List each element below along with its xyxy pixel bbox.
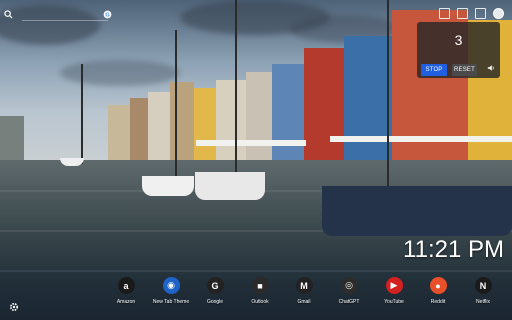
- shortcut-youtube[interactable]: ▶ YouTube: [372, 277, 416, 305]
- reset-button[interactable]: RESET: [452, 64, 477, 76]
- shortcut-label: Netflix: [476, 299, 490, 305]
- shortcut-outlook[interactable]: ■ Outlook: [238, 277, 282, 305]
- building: [216, 80, 246, 160]
- boat-mast: [235, 0, 237, 172]
- clock: 11:21 PM: [403, 236, 504, 263]
- building: [148, 92, 170, 160]
- camera-icon[interactable]: [439, 8, 450, 19]
- building: [194, 88, 216, 160]
- fullscreen-icon[interactable]: [457, 8, 468, 19]
- boat-mast: [175, 30, 177, 180]
- svg-text:G: G: [105, 12, 110, 18]
- timer-widget: 3 STOP RESET: [417, 22, 500, 78]
- shortcut-amazon[interactable]: a Amazon: [104, 277, 148, 305]
- boat-mast: [387, 0, 389, 200]
- dark-icon[interactable]: [493, 8, 504, 19]
- shortcut-chatgpt[interactable]: ◎ ChatGPT: [327, 277, 371, 305]
- building: [170, 82, 194, 160]
- search-underline: [22, 20, 108, 21]
- top-toolbar: [439, 8, 504, 19]
- shortcut-label: ChatGPT: [338, 299, 360, 305]
- search-icon: [4, 9, 13, 19]
- shortcut-label: New Tab Theme: [152, 299, 190, 305]
- shortcut-reddit[interactable]: ● Reddit: [416, 277, 460, 305]
- shortcut-dock: a Amazon ◉ New Tab Theme G Google ■ Outlook M Gma…: [104, 277, 506, 313]
- reddit-icon: ●: [429, 277, 447, 294]
- google-icon[interactable]: G: [103, 10, 112, 19]
- boat-mast: [81, 64, 83, 164]
- awning: [330, 136, 512, 142]
- cloud: [60, 60, 180, 86]
- building: [0, 116, 24, 160]
- gmail-icon: M: [295, 277, 313, 294]
- microsoft-icon: ■: [251, 277, 269, 294]
- shortcut-label: Reddit: [430, 299, 446, 305]
- shortcut-label: Outlook: [251, 299, 269, 305]
- settings-button[interactable]: [9, 299, 19, 317]
- shortcut-label: YouTube: [384, 299, 404, 305]
- boat-hull: [142, 176, 194, 196]
- gear-icon: [9, 299, 19, 316]
- new-tab-theme-icon: ◉: [162, 277, 180, 294]
- boat-hull: [322, 186, 512, 236]
- shortcut-label: Amazon: [116, 299, 136, 305]
- shortcut-google[interactable]: G Google: [193, 277, 237, 305]
- netflix-icon: N: [474, 277, 492, 294]
- building: [130, 98, 148, 160]
- shortcut-new-tab-theme[interactable]: ◉ New Tab Theme: [149, 277, 193, 305]
- youtube-icon: ▶: [385, 277, 403, 294]
- shortcut-gmail[interactable]: M Gmail: [282, 277, 326, 305]
- amazon-icon: a: [117, 277, 135, 294]
- speaker-icon[interactable]: [486, 64, 496, 76]
- google-icon: G: [206, 277, 224, 294]
- shortcut-label: Google: [206, 299, 224, 305]
- notes-icon[interactable]: [475, 8, 486, 19]
- awning: [196, 140, 306, 146]
- stop-button[interactable]: STOP: [421, 64, 447, 76]
- building: [246, 72, 272, 160]
- shortcut-netflix[interactable]: N Netflix: [461, 277, 505, 305]
- search-bar[interactable]: G: [4, 6, 112, 22]
- building: [108, 105, 130, 160]
- shortcut-label: Gmail: [297, 299, 311, 305]
- building: [304, 48, 344, 160]
- timer-value: 3: [454, 32, 463, 48]
- chatgpt-icon: ◎: [340, 277, 358, 294]
- water-ripple: [0, 270, 512, 272]
- boat-hull: [195, 172, 265, 200]
